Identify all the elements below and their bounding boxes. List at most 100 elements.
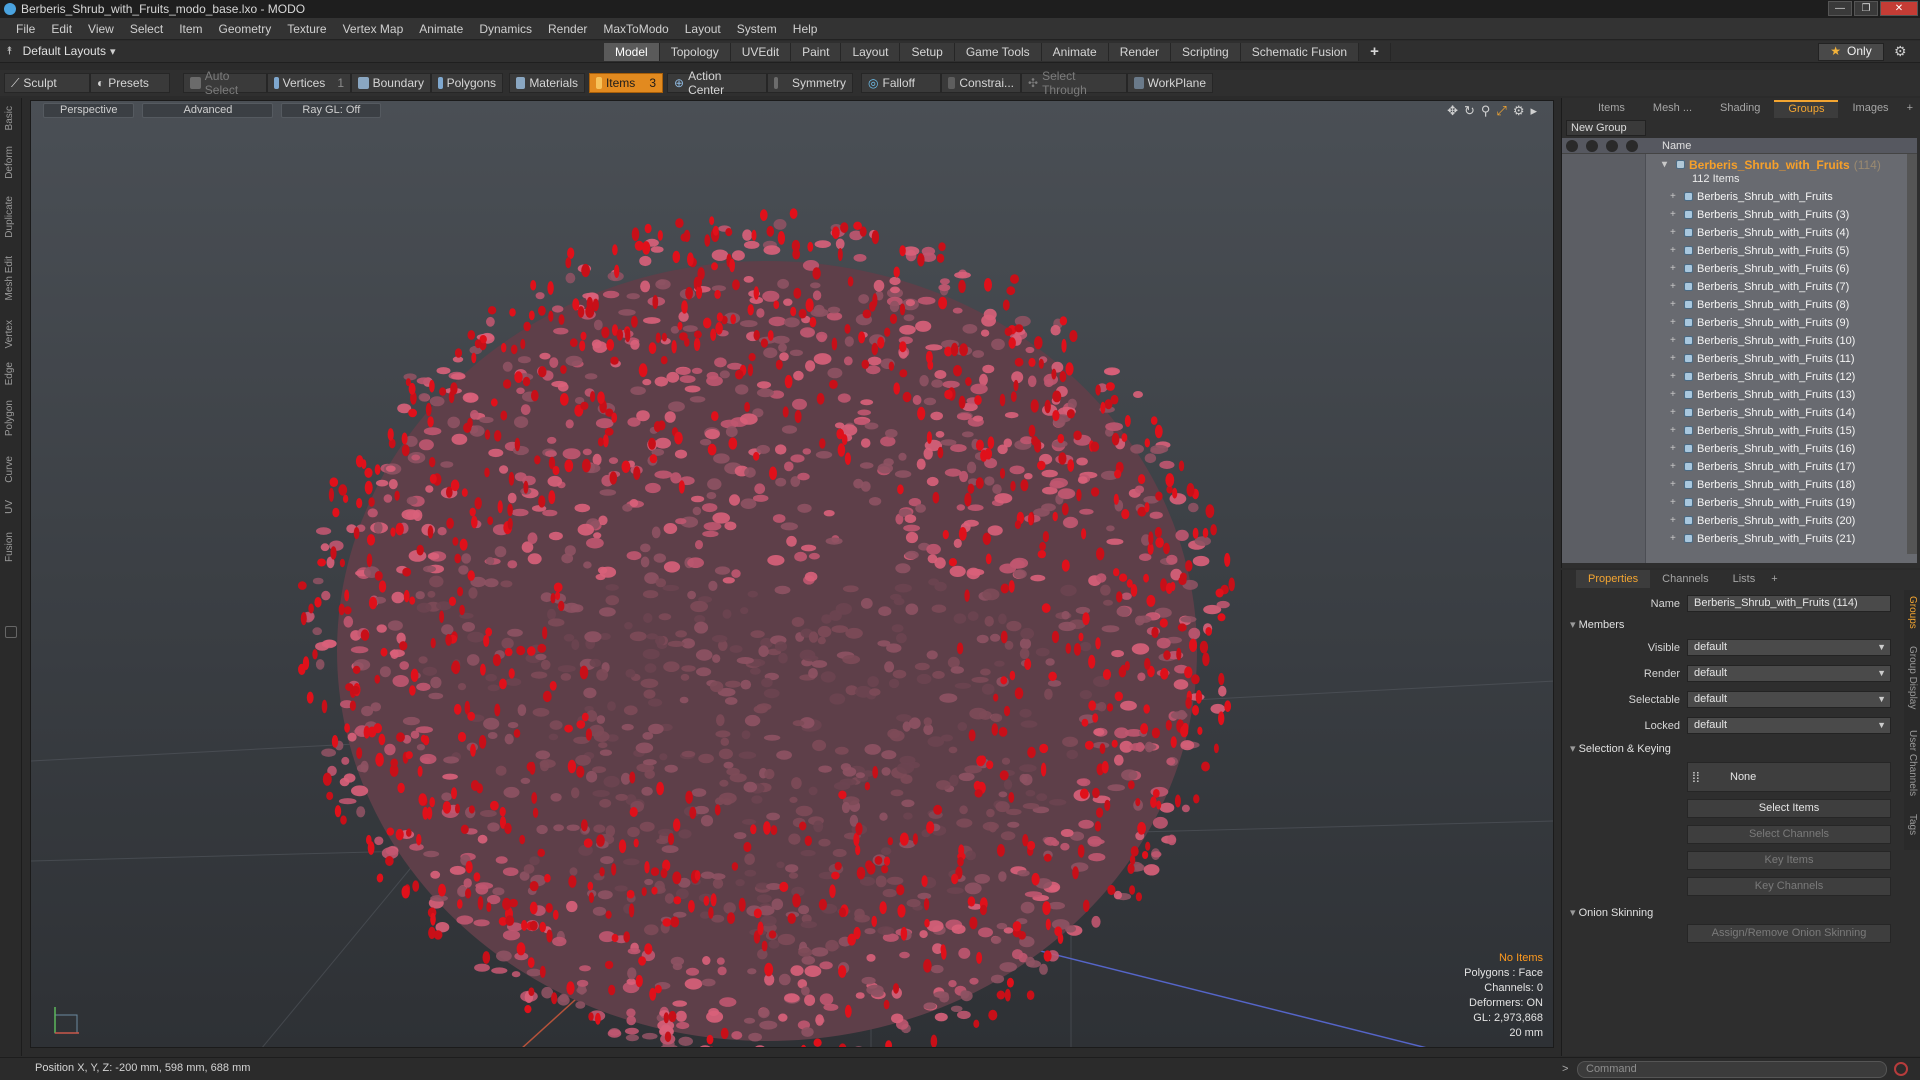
tab-vertex[interactable]: Vertex xyxy=(4,320,18,348)
locked-dropdown[interactable]: default ▼ xyxy=(1687,717,1891,734)
expand-icon[interactable]: + xyxy=(1670,407,1680,418)
menu-dynamics[interactable]: Dynamics xyxy=(471,22,540,36)
panel-toggle-icon[interactable] xyxy=(5,626,17,638)
menu-item[interactable]: Item xyxy=(171,22,210,36)
add-properties-tab-button[interactable]: + xyxy=(1767,570,1781,588)
workplane-button[interactable]: WorkPlane xyxy=(1127,73,1213,93)
list-item[interactable]: + Berberis_Shrub_with_Fruits (13) xyxy=(1670,386,1855,403)
eye-icon[interactable] xyxy=(1566,140,1578,152)
gear-icon[interactable]: ⚙ xyxy=(1894,43,1907,60)
select-items-button[interactable]: Select Items xyxy=(1687,799,1891,818)
constraints-button[interactable]: Constrai... xyxy=(941,73,1021,93)
expand-icon[interactable]: + xyxy=(1670,227,1680,238)
view-perspective-button[interactable]: Perspective xyxy=(43,103,135,118)
tab-fusion[interactable]: Fusion xyxy=(4,532,18,562)
list-item[interactable]: + Berberis_Shrub_with_Fruits (20) xyxy=(1670,512,1855,529)
add-panel-tab-button[interactable]: + xyxy=(1903,100,1917,118)
render-dropdown[interactable]: default ▼ xyxy=(1687,665,1891,682)
tab-polygon[interactable]: Polygon xyxy=(4,400,18,436)
layout-selector[interactable]: ⯭ Default Layouts ▾ xyxy=(6,44,116,58)
raygl-button[interactable]: Ray GL: Off xyxy=(281,103,382,118)
expand-arrow-icon[interactable]: ▸ xyxy=(1530,103,1537,119)
menu-geometry[interactable]: Geometry xyxy=(211,22,280,36)
items-button[interactable]: Items 3 xyxy=(589,73,663,93)
expand-icon[interactable]: + xyxy=(1670,245,1680,256)
tab-images[interactable]: Images xyxy=(1838,100,1902,118)
tab-scripting[interactable]: Scripting xyxy=(1171,43,1241,61)
side-tab-group-display[interactable]: Group Display xyxy=(1906,646,1918,709)
tab-layout[interactable]: Layout xyxy=(841,43,901,61)
sculpt-button[interactable]: ⟋ Sculpt xyxy=(4,73,90,93)
shading-mode-button[interactable]: Advanced xyxy=(142,103,274,118)
auto-select-button[interactable]: Auto Select xyxy=(183,69,267,97)
vertices-button[interactable]: Vertices 1 xyxy=(267,73,351,93)
menu-animate[interactable]: Animate xyxy=(411,22,471,36)
list-item[interactable]: + Berberis_Shrub_with_Fruits (3) xyxy=(1670,206,1849,223)
menu-maxtomodo[interactable]: MaxToModo xyxy=(595,22,676,36)
tab-curve[interactable]: Curve xyxy=(4,456,18,483)
list-item[interactable]: + Berberis_Shrub_with_Fruits (19) xyxy=(1670,494,1855,511)
tab-mesh[interactable]: Mesh ... xyxy=(1639,100,1706,118)
select-channels-button[interactable]: Select Channels xyxy=(1687,825,1891,844)
list-item[interactable]: + Berberis_Shrub_with_Fruits (9) xyxy=(1670,314,1849,331)
command-input[interactable]: Command xyxy=(1577,1061,1887,1078)
list-item[interactable]: + Berberis_Shrub_with_Fruits (16) xyxy=(1670,440,1855,457)
expand-icon[interactable]: + xyxy=(1670,335,1680,346)
side-tab-tags[interactable]: Tags xyxy=(1906,814,1918,835)
tab-topology[interactable]: Topology xyxy=(659,43,731,61)
list-item[interactable]: + Berberis_Shrub_with_Fruits xyxy=(1670,188,1833,205)
key-items-button[interactable]: Key Items xyxy=(1687,851,1891,870)
expand-icon[interactable]: + xyxy=(1670,515,1680,526)
rotate-view-icon[interactable]: ↻ xyxy=(1464,103,1475,119)
list-item[interactable]: + Berberis_Shrub_with_Fruits (15) xyxy=(1670,422,1855,439)
members-section[interactable]: Members xyxy=(1570,618,1625,631)
expand-icon[interactable]: + xyxy=(1670,353,1680,364)
render-icon[interactable] xyxy=(1586,140,1598,152)
tab-game-tools[interactable]: Game Tools xyxy=(954,43,1042,61)
tab-setup[interactable]: Setup xyxy=(900,43,955,61)
tab-paint[interactable]: Paint xyxy=(791,43,842,61)
expand-icon[interactable]: + xyxy=(1670,299,1680,310)
viewport-gear-icon[interactable]: ⚙ xyxy=(1513,103,1525,119)
expand-icon[interactable]: + xyxy=(1670,263,1680,274)
expand-icon[interactable]: + xyxy=(1670,461,1680,472)
tab-lists[interactable]: Lists xyxy=(1721,570,1768,588)
tab-animate[interactable]: Animate xyxy=(1041,43,1109,61)
menu-texture[interactable]: Texture xyxy=(279,22,334,36)
list-item[interactable]: + Berberis_Shrub_with_Fruits (11) xyxy=(1670,350,1855,367)
list-item[interactable]: + Berberis_Shrub_with_Fruits (5) xyxy=(1670,242,1849,259)
minimize-button[interactable]: — xyxy=(1828,1,1852,16)
none-button[interactable]: ⁞⁞ None xyxy=(1687,762,1891,792)
tab-schematic-fusion[interactable]: Schematic Fusion xyxy=(1240,43,1360,61)
selection-keying-section[interactable]: Selection & Keying xyxy=(1570,742,1671,755)
fit-view-icon[interactable]: ⤢ xyxy=(1496,103,1506,119)
materials-button[interactable]: Materials xyxy=(509,73,585,93)
only-button[interactable]: ★ Only xyxy=(1818,43,1884,61)
zoom-icon[interactable]: ⚲ xyxy=(1481,103,1491,119)
move-view-icon[interactable]: ✥ xyxy=(1447,103,1458,119)
side-tab-user-channels[interactable]: User Channels xyxy=(1906,730,1918,796)
select-icon[interactable] xyxy=(1626,140,1638,152)
key-channels-button[interactable]: Key Channels xyxy=(1687,877,1891,896)
menu-view[interactable]: View xyxy=(80,22,122,36)
expand-icon[interactable]: + xyxy=(1670,281,1680,292)
list-item[interactable]: + Berberis_Shrub_with_Fruits (7) xyxy=(1670,278,1849,295)
close-button[interactable]: ✕ xyxy=(1880,1,1918,16)
tab-model[interactable]: Model xyxy=(604,43,660,61)
expand-icon[interactable]: + xyxy=(1670,209,1680,220)
tab-groups[interactable]: Groups xyxy=(1774,100,1839,118)
new-group-button[interactable]: New Group xyxy=(1566,120,1646,136)
list-item[interactable]: + Berberis_Shrub_with_Fruits (18) xyxy=(1670,476,1855,493)
list-item[interactable]: + Berberis_Shrub_with_Fruits (17) xyxy=(1670,458,1855,475)
expand-icon[interactable]: + xyxy=(1670,497,1680,508)
polygons-button[interactable]: Polygons xyxy=(431,73,503,93)
onion-skinning-section[interactable]: Onion Skinning xyxy=(1570,906,1654,919)
expand-icon[interactable]: + xyxy=(1670,371,1680,382)
expand-icon[interactable]: + xyxy=(1670,389,1680,400)
menu-file[interactable]: File xyxy=(8,22,43,36)
symmetry-button[interactable]: Symmetry xyxy=(767,73,853,93)
visible-dropdown[interactable]: default ▼ xyxy=(1687,639,1891,656)
tab-properties[interactable]: Properties xyxy=(1576,570,1651,588)
tab-basic[interactable]: Basic xyxy=(4,106,18,130)
selectable-dropdown[interactable]: default ▼ xyxy=(1687,691,1891,708)
